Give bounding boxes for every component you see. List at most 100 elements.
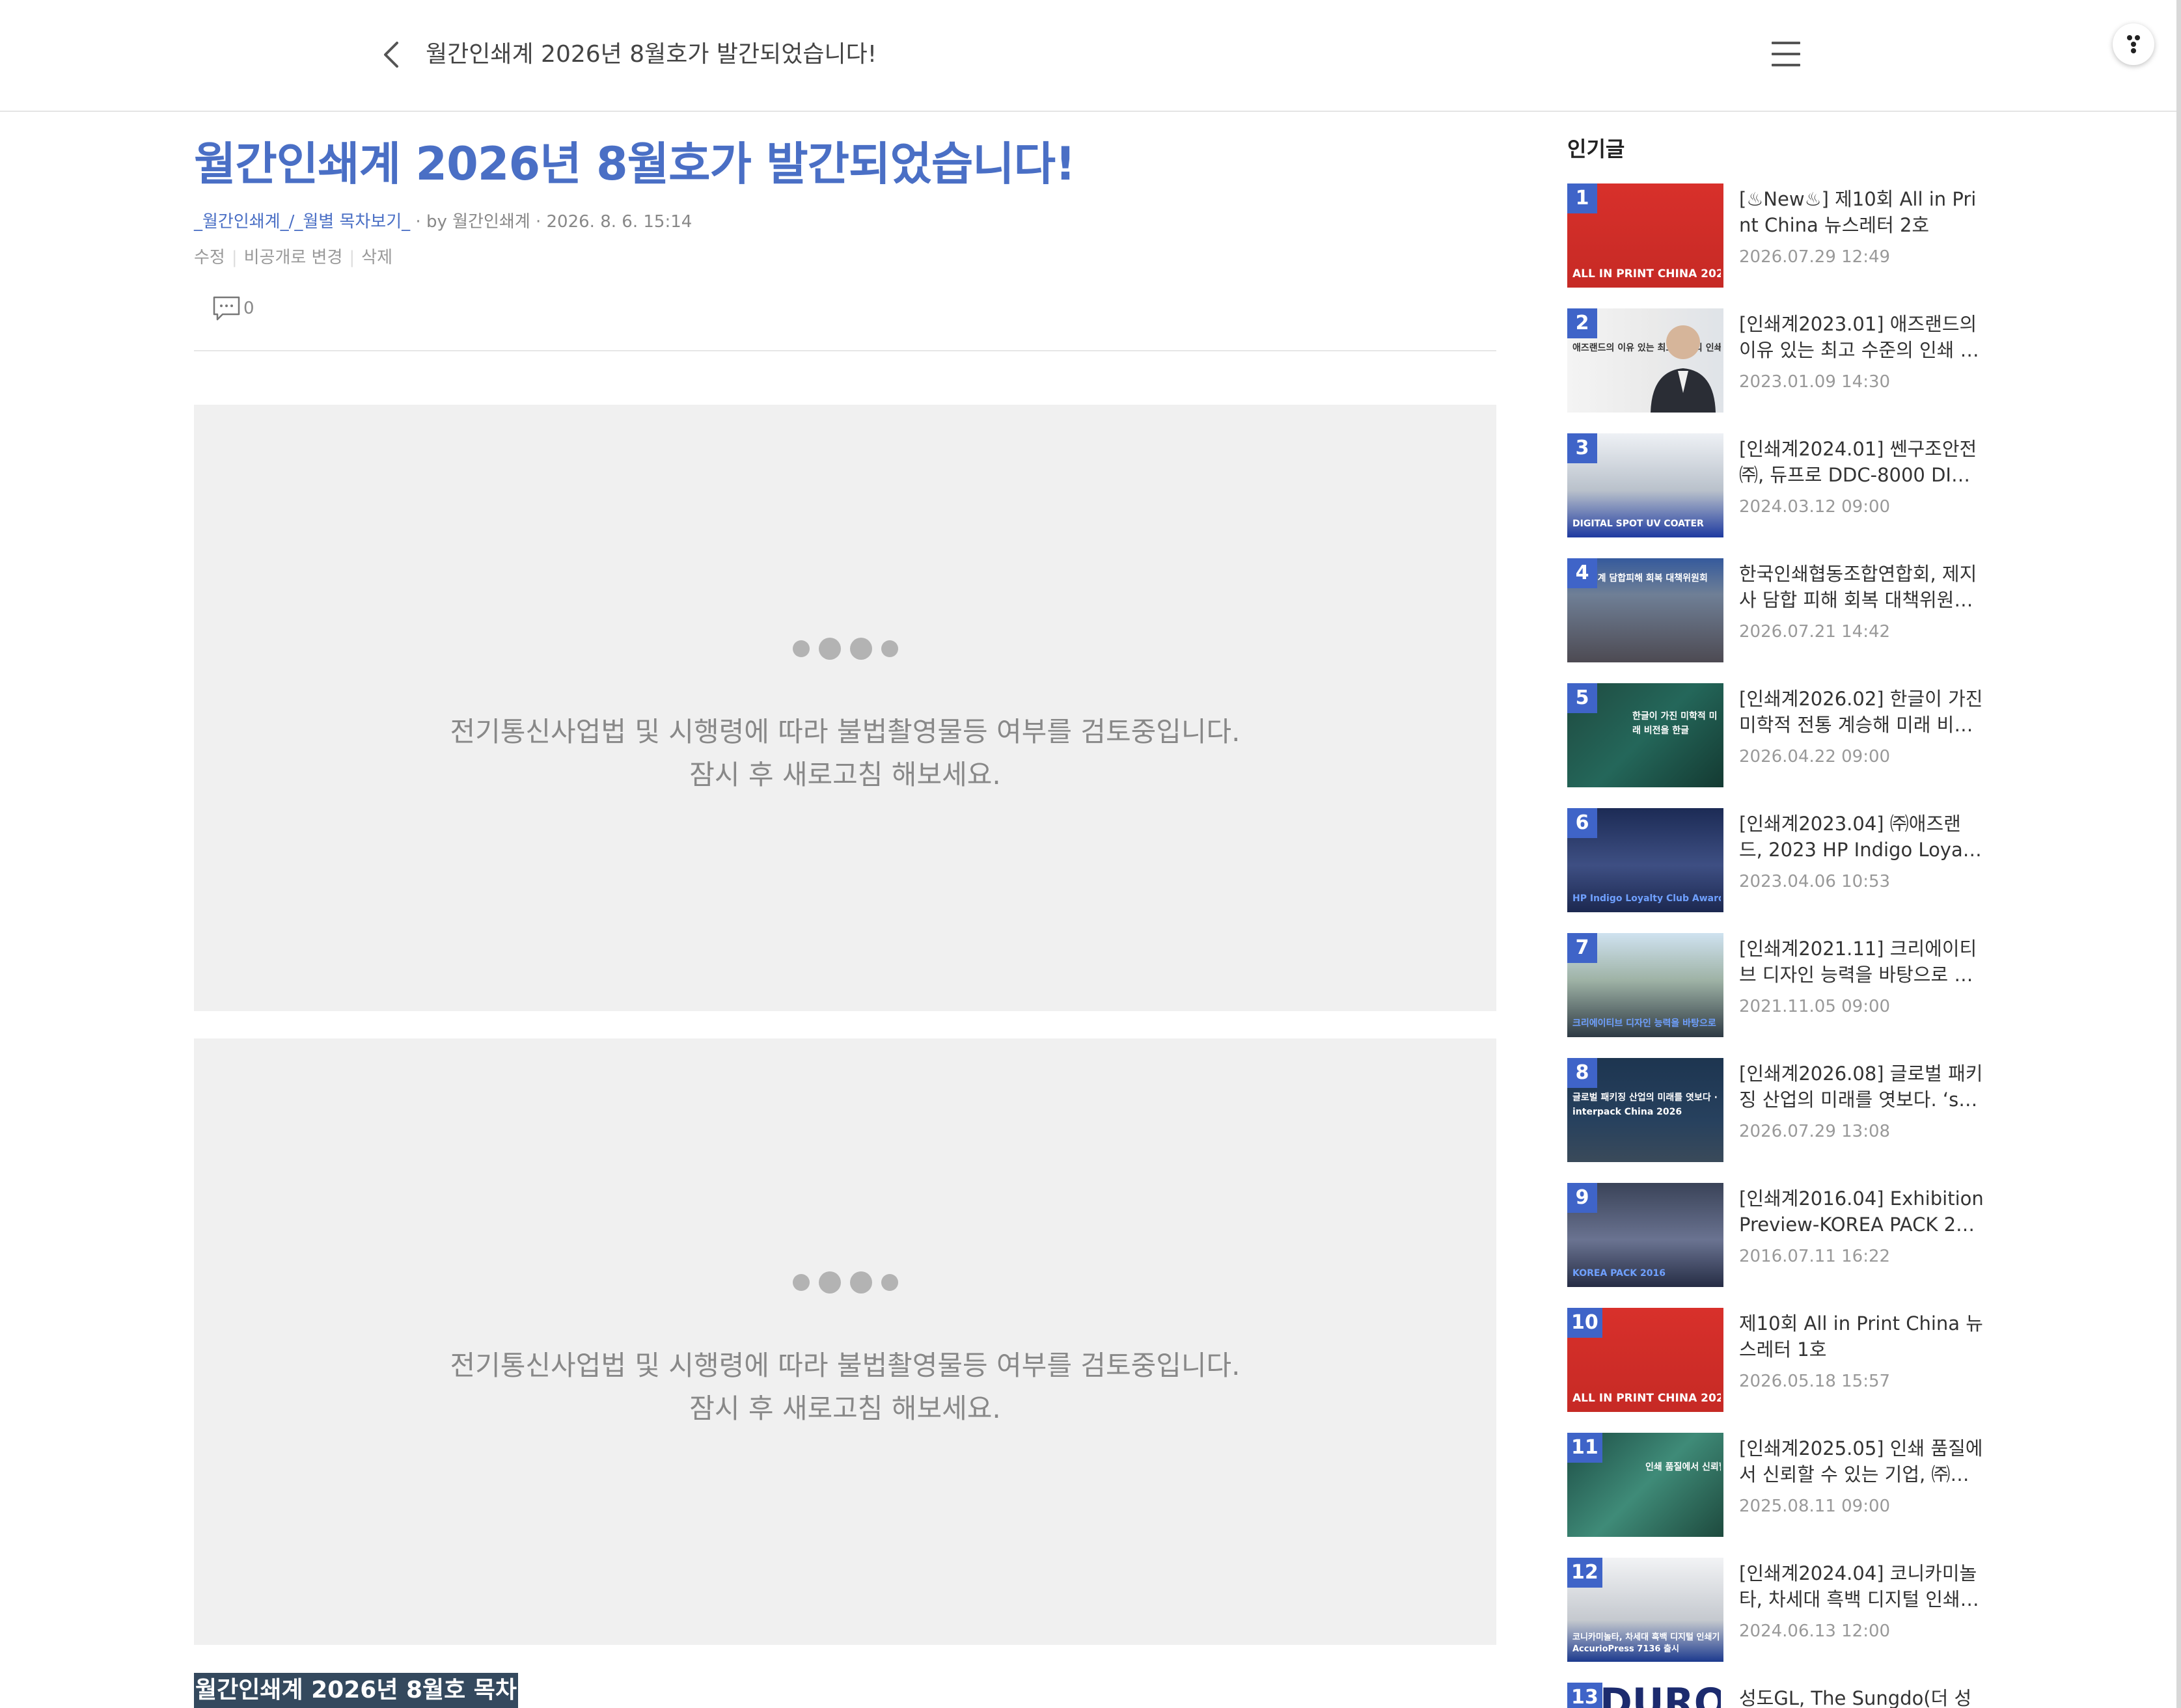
loading-dots-icon (194, 1271, 1496, 1294)
review-notice-line1: 전기통신사업법 및 시행령에 따라 불법촬영물등 여부를 검토중입니다. (450, 1349, 1241, 1381)
popular-post-date: 2023.04.06 10:53 (1739, 872, 1891, 891)
thumbnail-caption: 코니카미놀타, 차세대 흑백 디지털 인쇄기 AccurioPress 7136… (1572, 1633, 1720, 1654)
popular-post-date: 2026.07.29 13:08 (1739, 1122, 1891, 1141)
popular-post-item[interactable]: 5 한글이 가진 미학적 미래 비전을 한글 [인쇄계2026.02] 한글이 … (1567, 683, 1984, 787)
popular-post-title: [♨New♨] 제10회 All in Print China 뉴스레터 2호 (1739, 188, 1977, 236)
post-thumbnail: 7 크리에이티브 디자인 능력을 바탕으로 (1567, 933, 1723, 1037)
thumbnail-caption: 글로벌 패키징 산업의 미래를 엿보다 · interpack China 20… (1572, 1092, 1718, 1117)
popular-post-title: [인쇄계2023.01] 애즈랜드의 이유 있는 최고 수준의 인쇄 품질 … (1739, 313, 1978, 361)
popular-post-title: [인쇄계2025.05] 인쇄 품질에서 신뢰할 수 있는 기업, ㈜현대프… (1739, 1437, 1983, 1485)
top-bar: 월간인쇄계 2026년 8월호가 발간되었습니다! (0, 0, 2181, 112)
make-private-link[interactable]: 비공개로 변경 (244, 248, 343, 267)
rank-badge: 4 (1567, 558, 1597, 588)
header-title: 월간인쇄계 2026년 8월호가 발간되었습니다! (426, 41, 877, 68)
popular-post-title: [인쇄계2024.04] 코니카미놀타, 차세대 흑백 디지털 인쇄기… (1739, 1562, 1977, 1610)
popular-post-item[interactable]: 4 제지업계 담합피해 회복 대책위원회 한국인쇄협동조합연합회, 제지사 담합… (1567, 558, 1984, 662)
hamburger-icon-line (1772, 42, 1800, 44)
thumbnail-caption: ALL IN PRINT CHINA 2026 · 2026년 10월 12일~… (1572, 1392, 1721, 1405)
image-review-placeholder: 전기통신사업법 및 시행령에 따라 불법촬영물등 여부를 검토중입니다. 잠시 … (194, 405, 1496, 1011)
popular-post-date: 2023.01.09 14:30 (1739, 372, 1891, 392)
action-separator: | (231, 248, 238, 267)
post-title: 월간인쇄계 2026년 8월호가 발간되었습니다! (194, 137, 1076, 191)
popular-post-title: [인쇄계2024.01] 쎈구조안전㈜, 듀프로 DDC-8000 DIGITA… (1739, 438, 1983, 486)
popular-post-title: [인쇄계2016.04] Exhibition Preview-KOREA PA… (1739, 1187, 1984, 1236)
thumbnail-caption: 인쇄 품질에서 신뢰할 (1645, 1462, 1721, 1472)
delete-link[interactable]: 삭제 (361, 248, 392, 267)
thumbnail-caption: KOREA PACK 2016 (1572, 1268, 1666, 1279)
popular-post-date: 2024.03.12 09:00 (1739, 497, 1891, 517)
rank-badge: 2 (1567, 308, 1597, 338)
thumbnail-caption: ALL IN PRINT CHINA 2026 · 2026년 10월 12일~… (1572, 267, 1721, 280)
post-thumbnail: 2 애즈랜드의 이유 있는 최고 수준의 인쇄 품질 서비스 (1567, 308, 1723, 413)
post-thumbnail: 8 글로벌 패키징 산업의 미래를 엿보다 · interpack China … (1567, 1058, 1723, 1162)
post-thumbnail: 1 ALL IN PRINT CHINA 2026 · 2026년 10월 12… (1567, 183, 1723, 288)
rank-badge: 5 (1567, 683, 1597, 713)
popular-post-item[interactable]: 10 ALL IN PRINT CHINA 2026 · 2026년 10월 1… (1567, 1308, 1984, 1412)
post-category-link[interactable]: _월간인쇄계_/_월별 목차보기_ (194, 212, 410, 232)
hamburger-icon-line (1772, 64, 1800, 66)
popular-post-item[interactable]: 12 코니카미놀타, 차세대 흑백 디지털 인쇄기 AccurioPress 7… (1567, 1558, 1984, 1662)
popular-post-item[interactable]: 1 ALL IN PRINT CHINA 2026 · 2026년 10월 12… (1567, 183, 1984, 288)
rank-badge: 9 (1567, 1183, 1597, 1213)
hamburger-menu-button[interactable] (1772, 42, 1803, 69)
toc-heading: 월간인쇄계 2026년 8월호 목차 (194, 1673, 519, 1708)
popular-post-item[interactable]: 3 DIGITAL SPOT UV COATER [인쇄계2024.01] 쎈구… (1567, 433, 1984, 537)
popular-post-title: [인쇄계2026.02] 한글이 가진 미학적 전통 계승해 미래 비전… (1739, 688, 1983, 736)
popular-post-item[interactable]: 7 크리에이티브 디자인 능력을 바탕으로 [인쇄계2021.11] 크리에이티… (1567, 933, 1984, 1037)
rank-badge: 10 (1567, 1308, 1602, 1338)
post-thumbnail: 12 코니카미놀타, 차세대 흑백 디지털 인쇄기 AccurioPress 7… (1567, 1558, 1723, 1662)
popular-post-date: 2026.05.18 15:57 (1739, 1372, 1891, 1391)
rank-badge: 7 (1567, 933, 1597, 963)
rank-badge: 11 (1567, 1433, 1602, 1463)
post-thumbnail: 10 ALL IN PRINT CHINA 2026 · 2026년 10월 1… (1567, 1308, 1723, 1412)
back-button[interactable] (375, 36, 407, 73)
action-separator: | (349, 248, 355, 267)
popular-posts-heading: 인기글 (1567, 137, 1625, 161)
popular-post-date: 2016.07.11 16:22 (1739, 1247, 1891, 1266)
comment-count: 0 (243, 299, 254, 318)
comment-button[interactable]: 0 (212, 295, 254, 321)
review-notice-line2: 잠시 후 새로고침 해보세요. (689, 1392, 1001, 1424)
popular-post-item[interactable]: 9 KOREA PACK 2016 [인쇄계2016.04] Exhibitio… (1567, 1183, 1984, 1287)
popular-post-date: 2025.08.11 09:00 (1739, 1497, 1891, 1516)
popular-post-item[interactable]: 8 글로벌 패키징 산업의 미래를 엿보다 · interpack China … (1567, 1058, 1984, 1162)
popular-post-item[interactable]: 11 인쇄 품질에서 신뢰할 [인쇄계2025.05] 인쇄 품질에서 신뢰할 … (1567, 1433, 1984, 1537)
popular-post-date: 2026.04.22 09:00 (1739, 747, 1891, 766)
author-prefix: · by (415, 212, 447, 232)
popular-post-title: 한국인쇄협동조합연합회, 제지사 담합 피해 회복 대책위원회 공… (1739, 563, 1977, 611)
post-thumbnail: 3 DIGITAL SPOT UV COATER (1567, 433, 1723, 537)
review-notice: 전기통신사업법 및 시행령에 따라 불법촬영물등 여부를 검토중입니다. 잠시 … (194, 1344, 1496, 1430)
popular-post-title: 성도GL, The Sungdo(더 성도/… (1739, 1687, 1972, 1708)
image-review-placeholder: 전기통신사업법 및 시행령에 따라 불법촬영물등 여부를 검토중입니다. 잠시 … (194, 1038, 1496, 1645)
review-notice: 전기통신사업법 및 시행령에 따라 불법촬영물등 여부를 검토중입니다. 잠시 … (194, 711, 1496, 796)
post-thumbnail: 11 인쇄 품질에서 신뢰할 (1567, 1433, 1723, 1537)
popular-post-date: 2026.07.21 14:42 (1739, 622, 1891, 642)
chevron-left-icon (384, 42, 398, 68)
post-thumbnail: 5 한글이 가진 미학적 미래 비전을 한글 (1567, 683, 1723, 787)
rank-badge: 8 (1567, 1058, 1597, 1088)
popular-post-title: [인쇄계2026.08] 글로벌 패키징 산업의 미래를 엿보다. ‘swop’… (1739, 1063, 1983, 1111)
popular-post-item[interactable]: 2 애즈랜드의 이유 있는 최고 수준의 인쇄 품질 서비스 [인쇄계2023.… (1567, 308, 1984, 413)
window-scrollbar[interactable] (2176, 0, 2181, 1708)
post-thumbnail: 9 KOREA PACK 2016 (1567, 1183, 1723, 1287)
popular-post-item[interactable]: 6 HP Indigo Loyalty Club Awards [인쇄계2023… (1567, 808, 1984, 912)
post-thumbnail: 4 제지업계 담합피해 회복 대책위원회 (1567, 558, 1723, 662)
post-date: · 2026. 8. 6. 15:14 (535, 212, 693, 232)
rank-badge: 13 (1567, 1683, 1602, 1708)
popular-post-item[interactable]: 13 DURO 성도GL, The Sungdo(더 성도/… (1567, 1683, 1984, 1708)
post-meta: _월간인쇄계_/_월별 목차보기_ · by 월간인쇄계 · 2026. 8. … (194, 208, 692, 232)
popular-post-title: 제10회 All in Print China 뉴스레터 1호 (1739, 1312, 1983, 1361)
edit-link[interactable]: 수정 (194, 248, 225, 267)
rank-badge: 6 (1567, 808, 1597, 838)
post-thumbnail: 6 HP Indigo Loyalty Club Awards (1567, 808, 1723, 912)
floating-menu-button[interactable] (2113, 23, 2154, 65)
rank-badge: 3 (1567, 433, 1597, 463)
hamburger-icon-line (1772, 53, 1800, 55)
rank-badge: 12 (1567, 1558, 1602, 1588)
thumbnail-caption: DURO (1600, 1683, 1721, 1708)
thumbnail-caption: DIGITAL SPOT UV COATER (1572, 519, 1704, 529)
popular-post-title: [인쇄계2023.04] ㈜애즈랜드, 2023 HP Indigo Loyal… (1739, 813, 1976, 861)
review-notice-line1: 전기통신사업법 및 시행령에 따라 불법촬영물등 여부를 검토중입니다. (450, 716, 1241, 748)
popular-post-date: 2024.06.13 12:00 (1739, 1621, 1891, 1641)
review-notice-line2: 잠시 후 새로고침 해보세요. (689, 759, 1001, 791)
